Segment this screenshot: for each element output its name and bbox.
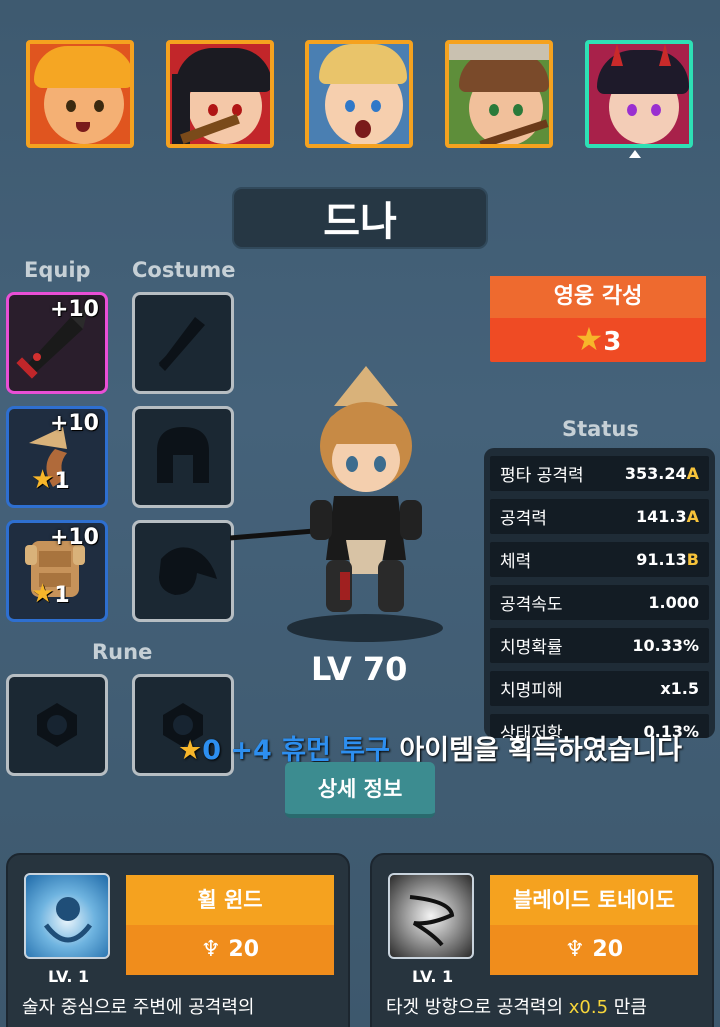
costume-slot-helmet[interactable] bbox=[132, 406, 234, 508]
skill-level: LV. 1 bbox=[48, 967, 90, 986]
skill-card-1[interactable]: 휠 윈드 ♆ 20 LV. 1 술자 중심으로 주변에 공격력의 bbox=[6, 853, 350, 1027]
star-icon: ★ bbox=[574, 320, 604, 358]
notice-text: 아이템을 획득하였습니다 bbox=[389, 735, 683, 766]
star-icon: ★ bbox=[178, 735, 203, 766]
hero-face bbox=[449, 44, 549, 144]
hero-portrait-4[interactable] bbox=[445, 40, 553, 148]
hero-portrait-3[interactable] bbox=[305, 40, 413, 148]
equip-slot-armor[interactable]: +10 ★1 bbox=[6, 520, 108, 622]
hero-character-model bbox=[230, 366, 443, 642]
rune-socket-icon bbox=[37, 703, 77, 747]
mana-icon: ♆ bbox=[564, 937, 585, 962]
enhance-level: +10 bbox=[49, 297, 99, 322]
stat-row: 공격력 141.3A bbox=[490, 499, 709, 534]
costume-slot-weapon[interactable] bbox=[132, 292, 234, 394]
selected-hero-marker bbox=[629, 150, 641, 158]
enhance-level: +10 bbox=[49, 411, 99, 436]
rune-label: Rune bbox=[92, 640, 153, 664]
skill-description: 타겟 방향으로 공격력의 x0.5 만큼 bbox=[386, 997, 647, 1018]
skill-name-box: 블레이드 토네이도 ♆ 20 bbox=[490, 875, 698, 975]
star-rank: ★1 bbox=[31, 579, 70, 609]
star-rank: ★1 bbox=[31, 465, 70, 495]
awaken-count: ★3 bbox=[574, 320, 622, 358]
hero-portrait-2[interactable] bbox=[166, 40, 274, 148]
stat-row: 체력 91.13B bbox=[490, 542, 709, 577]
rune-slot-1[interactable] bbox=[6, 674, 108, 776]
stat-row: 평타 공격력 353.24A bbox=[490, 456, 709, 491]
equip-slot-weapon[interactable]: +10 bbox=[6, 292, 108, 394]
hero-face bbox=[589, 44, 689, 144]
helmet-silhouette-icon bbox=[157, 427, 209, 483]
stat-row: 치명확률 10.33% bbox=[490, 628, 709, 663]
awaken-title: 영웅 각성 bbox=[490, 276, 706, 318]
costume-slot-armor[interactable] bbox=[132, 520, 234, 622]
status-panel[interactable]: 평타 공격력 353.24A 공격력 141.3A 체력 91.13B 공격속도 1.0… bbox=[484, 448, 715, 738]
hero-face bbox=[170, 44, 270, 144]
skill-description: 술자 중심으로 주변에 공격력의 bbox=[22, 997, 255, 1018]
hero-portrait-1[interactable] bbox=[26, 40, 134, 148]
stat-row: 치명피해 x1.5 bbox=[490, 671, 709, 706]
skill-level: LV. 1 bbox=[412, 967, 454, 986]
stat-row: 공격속도 1.000 bbox=[490, 585, 709, 620]
whirlwind-skill-icon bbox=[24, 873, 110, 959]
armor-silhouette-icon bbox=[159, 547, 217, 595]
hero-level: LV 70 bbox=[311, 650, 408, 688]
hero-face bbox=[309, 44, 409, 144]
sword-silhouette-icon bbox=[158, 317, 205, 371]
status-label: Status bbox=[562, 417, 639, 441]
equip-label: Equip bbox=[24, 258, 91, 282]
detail-info-button[interactable]: 상세 정보 bbox=[285, 762, 435, 818]
blade-tornado-skill-icon bbox=[388, 873, 474, 959]
hero-awaken-button[interactable]: 영웅 각성 ★3 bbox=[490, 276, 706, 362]
equip-slot-helmet[interactable]: +10 ★1 bbox=[6, 406, 108, 508]
item-acquired-notice: ★0 +4 휴먼 투구 아이템을 획득하였습니다 bbox=[178, 728, 682, 766]
hero-name-plate: 드나 bbox=[232, 187, 488, 249]
hero-face bbox=[30, 44, 130, 144]
skill-card-2[interactable]: 블레이드 토네이도 ♆ 20 LV. 1 타겟 방향으로 공격력의 x0.5 만… bbox=[370, 853, 714, 1027]
enhance-level: +10 bbox=[49, 525, 99, 550]
mana-icon: ♆ bbox=[200, 937, 221, 962]
hero-portrait-5[interactable] bbox=[585, 40, 693, 148]
costume-label: Costume bbox=[132, 258, 236, 282]
skill-name-box: 휠 윈드 ♆ 20 bbox=[126, 875, 334, 975]
